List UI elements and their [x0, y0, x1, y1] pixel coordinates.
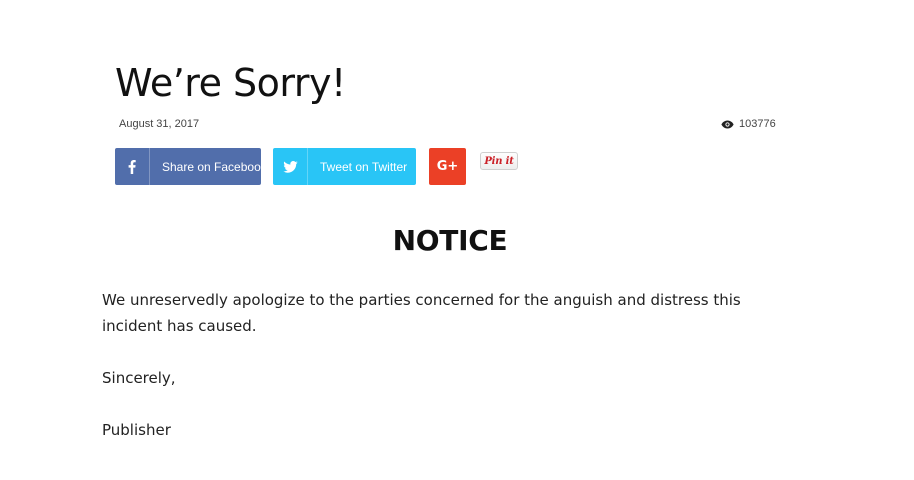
- post-date: August 31, 2017: [119, 118, 200, 130]
- facebook-icon: [115, 148, 150, 185]
- apology-paragraph: We unreservedly apologize to the parties…: [102, 291, 741, 335]
- twitter-icon: [273, 148, 308, 185]
- view-counter: 103776: [721, 118, 776, 130]
- closing-line: Sincerely,: [102, 369, 176, 387]
- notice-heading: NOTICE: [392, 224, 508, 257]
- view-count: 103776: [739, 118, 776, 130]
- google-plus-icon: G+: [436, 159, 459, 174]
- share-twitter-button[interactable]: Tweet on Twitter: [273, 148, 416, 185]
- share-facebook-button[interactable]: Share on Facebook: [115, 148, 267, 185]
- share-facebook-label: Share on Facebook: [162, 159, 267, 174]
- eye-icon: [721, 120, 734, 129]
- share-twitter-label: Tweet on Twitter: [320, 159, 408, 174]
- pinterest-button[interactable]: Pin it: [480, 152, 518, 170]
- page: We’re Sorry! August 31, 2017 103776 Shar…: [0, 0, 914, 480]
- signature-line: Publisher: [102, 421, 171, 439]
- post-title: We’re Sorry!: [115, 61, 346, 105]
- pinterest-label: Pin it: [484, 155, 514, 167]
- share-google-plus-button[interactable]: G+: [429, 148, 466, 185]
- article-body: We unreservedly apologize to the parties…: [102, 287, 802, 469]
